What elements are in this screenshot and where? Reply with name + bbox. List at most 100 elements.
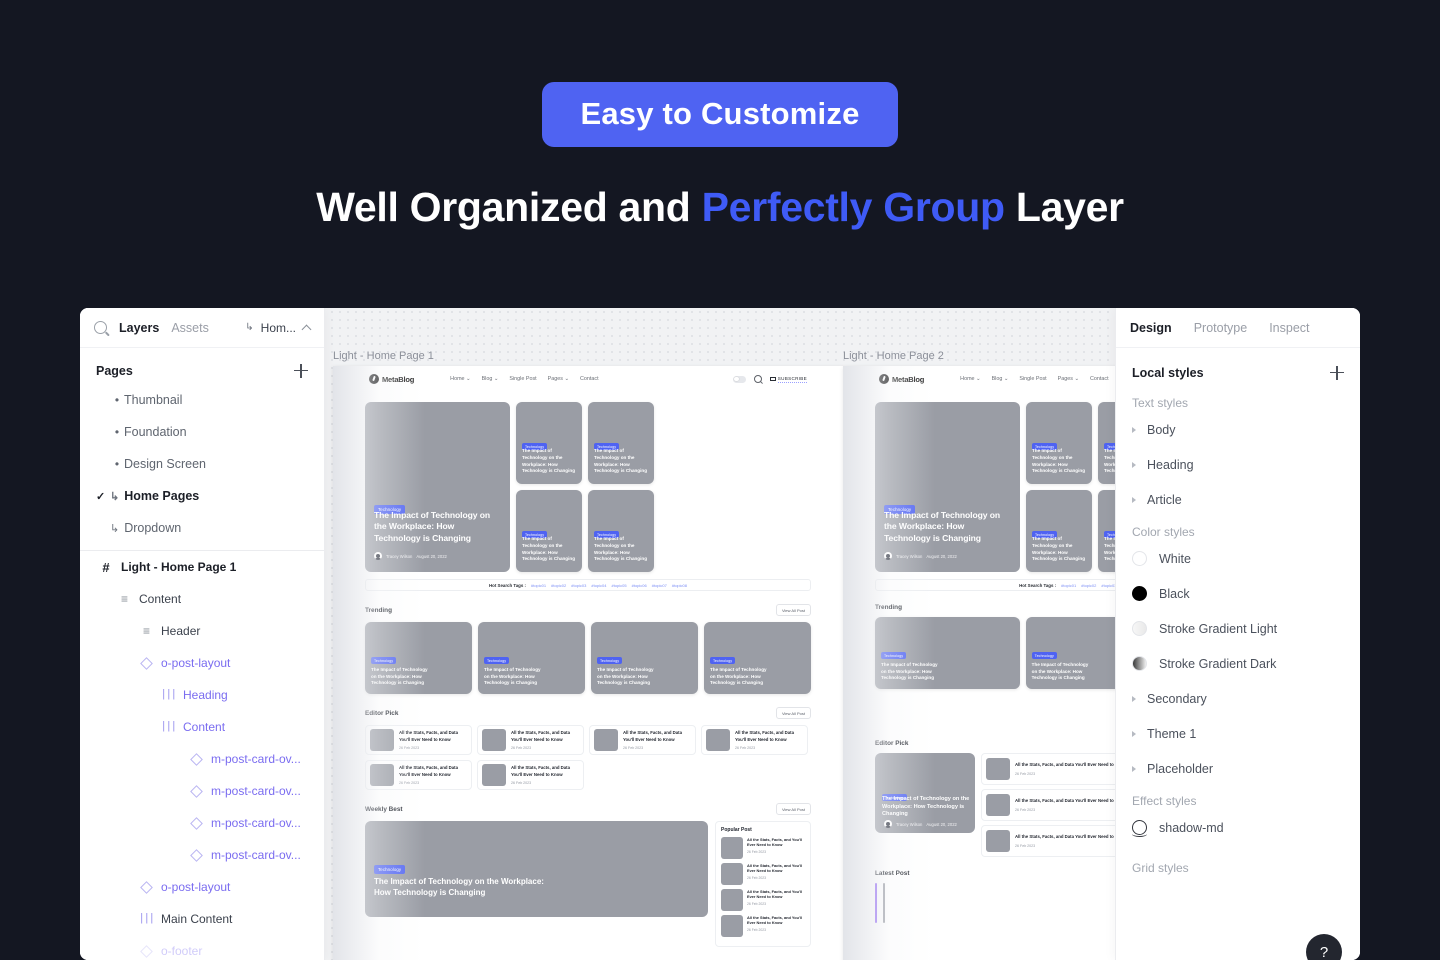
tab-design[interactable]: Design xyxy=(1130,321,1172,335)
featured-post-card[interactable]: Technology The Impact of Technology on t… xyxy=(365,402,510,572)
page-item-foundation[interactable]: • Foundation xyxy=(80,416,324,448)
list-item[interactable]: All the Stats, Facts, and You'll Ever Ne… xyxy=(721,915,805,937)
style-row-heading[interactable]: Heading xyxy=(1116,447,1360,482)
layer-item-m-post-card-3[interactable]: m-post-card-ov... xyxy=(80,807,324,839)
style-row-body[interactable]: Body xyxy=(1116,412,1360,447)
style-row-stroke-gradient-dark[interactable]: Stroke Gradient Dark xyxy=(1116,646,1360,681)
nav-item-single-post[interactable]: Single Post xyxy=(509,376,536,382)
tab-inspect[interactable]: Inspect xyxy=(1269,321,1309,335)
layer-item-o-post-layout-1[interactable]: o-post-layout xyxy=(80,647,324,679)
page-item-design-screen[interactable]: • Design Screen xyxy=(80,448,324,480)
tab-assets[interactable]: Assets xyxy=(171,321,209,335)
frame-label-home-page-2[interactable]: Light - Home Page 2 xyxy=(843,350,944,362)
style-row-shadow-md[interactable]: shadow-md xyxy=(1116,810,1360,845)
site-search-icon[interactable] xyxy=(753,375,762,383)
subscribe-button[interactable]: SUBSCRIBE xyxy=(769,376,807,383)
theme-toggle[interactable] xyxy=(732,375,746,383)
hot-tag[interactable]: #topic02 xyxy=(551,583,566,588)
layer-item-m-post-card-1[interactable]: m-post-card-ov... xyxy=(80,743,324,775)
list-item[interactable]: All the Stats, Facts, and Data You'll Ev… xyxy=(701,725,808,755)
view-all-button[interactable]: View All Post xyxy=(775,604,811,616)
frame-label-home-page-1[interactable]: Light - Home Page 1 xyxy=(333,350,434,362)
style-row-secondary[interactable]: Secondary xyxy=(1116,681,1360,716)
nav-item-contact[interactable]: Contact xyxy=(1090,376,1109,382)
weekly-best-card[interactable]: Technology The Impact of Technology on t… xyxy=(365,821,708,917)
chevron-right-icon[interactable] xyxy=(1132,730,1136,737)
chevron-right-icon[interactable] xyxy=(1132,461,1136,468)
chevron-right-icon[interactable] xyxy=(1132,765,1136,772)
featured-post-card[interactable]: Technology The Impact of Technology on t… xyxy=(875,402,1020,572)
page-item-home-pages[interactable]: ✓ ↳ Home Pages xyxy=(80,480,324,512)
chevron-up-icon[interactable] xyxy=(301,324,312,334)
hot-tag[interactable]: #topic08 xyxy=(672,583,687,588)
list-item[interactable]: All the Stats, Facts, and You'll Ever Ne… xyxy=(721,889,805,911)
help-button[interactable]: ? xyxy=(1306,934,1342,960)
editor-pick-feature[interactable]: Technology The Impact of Technology on t… xyxy=(875,753,975,833)
tab-layers[interactable]: Layers xyxy=(119,321,159,335)
hot-tag[interactable]: #topic02 xyxy=(1081,583,1096,588)
page-item-thumbnail[interactable]: • Thumbnail xyxy=(80,384,324,416)
list-item[interactable]: All the Stats, Facts, and Data You'll Ev… xyxy=(589,725,696,755)
post-card[interactable] xyxy=(883,883,885,923)
hot-tag[interactable]: #topic01 xyxy=(1061,583,1076,588)
style-row-theme-1[interactable]: Theme 1 xyxy=(1116,716,1360,751)
layer-item-partial[interactable]: o-footer xyxy=(80,935,324,960)
list-item[interactable]: All the Stats, Facts, and Data You'll Ev… xyxy=(365,725,472,755)
hot-tag[interactable]: #topic01 xyxy=(531,583,546,588)
artboard-home-page-1[interactable]: MetaBlog Home ⌄ Blog ⌄ Single Post Pages… xyxy=(333,366,843,960)
nav-item-blog[interactable]: Blog ⌄ xyxy=(482,376,499,382)
style-row-white[interactable]: White xyxy=(1116,541,1360,576)
nav-item-blog[interactable]: Blog ⌄ xyxy=(992,376,1009,382)
page-item-dropdown[interactable]: ↳ Dropdown xyxy=(80,512,324,544)
style-row-article[interactable]: Article xyxy=(1116,482,1360,517)
add-style-button[interactable] xyxy=(1330,366,1344,380)
post-card[interactable]: TechnologyThe Impact of Technology on th… xyxy=(365,622,472,694)
hot-tag[interactable]: #topic04 xyxy=(591,583,606,588)
layer-item-m-post-card-2[interactable]: m-post-card-ov... xyxy=(80,775,324,807)
list-item[interactable]: All the Stats, Facts, and You'll Ever Ne… xyxy=(721,863,805,885)
post-card-selected[interactable] xyxy=(875,883,877,923)
chevron-right-icon[interactable] xyxy=(1132,695,1136,702)
chevron-right-icon[interactable] xyxy=(1132,426,1136,433)
nav-item-pages[interactable]: Pages ⌄ xyxy=(1058,376,1079,382)
hot-tag[interactable]: #topic06 xyxy=(632,583,647,588)
add-page-button[interactable] xyxy=(294,364,308,378)
nav-item-pages[interactable]: Pages ⌄ xyxy=(548,376,569,382)
post-card[interactable]: TechnologyThe Impact of Technology on th… xyxy=(1026,402,1092,484)
post-card[interactable]: Technology The Impact of Technology on t… xyxy=(516,402,582,484)
layer-item-light-home-page-1[interactable]: # Light - Home Page 1 xyxy=(80,551,324,583)
post-card[interactable]: TechnologyThe Impact of Technology on th… xyxy=(478,622,585,694)
hot-tag[interactable]: #topic03 xyxy=(571,583,586,588)
layer-item-content-text[interactable]: ||| Content xyxy=(80,711,324,743)
list-item[interactable]: All the Stats, Facts, and Data You'll Ev… xyxy=(477,760,584,790)
post-card[interactable]: TechnologyThe Impact of Technology on th… xyxy=(1026,490,1092,572)
view-all-button[interactable]: View All Post xyxy=(775,803,811,815)
page-selector[interactable]: ↳ Hom... xyxy=(245,321,312,335)
tab-prototype[interactable]: Prototype xyxy=(1194,321,1248,335)
post-card[interactable]: Technology The Impact of Technology on t… xyxy=(588,402,654,484)
layer-item-o-post-layout-2[interactable]: o-post-layout xyxy=(80,871,324,903)
hot-tag[interactable]: #topic07 xyxy=(652,583,667,588)
nav-item-contact[interactable]: Contact xyxy=(580,376,599,382)
nav-item-home[interactable]: Home ⌄ xyxy=(450,376,470,382)
list-item[interactable]: All the Stats, Facts, and Data You'll Ev… xyxy=(477,725,584,755)
layer-item-header[interactable]: ≡ Header xyxy=(80,615,324,647)
layer-item-m-post-card-4[interactable]: m-post-card-ov... xyxy=(80,839,324,871)
style-row-placeholder[interactable]: Placeholder xyxy=(1116,751,1360,786)
post-card[interactable]: TechnologyThe Impact of Technology on th… xyxy=(704,622,811,694)
post-card[interactable]: TechnologyThe Impact of Technology on th… xyxy=(875,617,1020,689)
list-item[interactable]: All the Stats, Facts, and Data You'll Ev… xyxy=(365,760,472,790)
nav-item-single-post[interactable]: Single Post xyxy=(1019,376,1046,382)
layer-item-main-content[interactable]: ||| Main Content xyxy=(80,903,324,935)
post-card[interactable]: Technology The Impact of Technology on t… xyxy=(588,490,654,572)
chevron-right-icon[interactable] xyxy=(1132,496,1136,503)
post-card[interactable]: Technology The Impact of Technology on t… xyxy=(516,490,582,572)
hot-tag[interactable]: #topic05 xyxy=(612,583,627,588)
search-icon[interactable] xyxy=(94,321,107,334)
style-row-black[interactable]: Black xyxy=(1116,576,1360,611)
view-all-button[interactable]: View All Post xyxy=(775,707,811,719)
layer-item-content[interactable]: ≡ Content xyxy=(80,583,324,615)
style-row-stroke-gradient-light[interactable]: Stroke Gradient Light xyxy=(1116,611,1360,646)
layer-item-heading[interactable]: ||| Heading xyxy=(80,679,324,711)
post-card[interactable]: TechnologyThe Impact of Technology on th… xyxy=(591,622,698,694)
